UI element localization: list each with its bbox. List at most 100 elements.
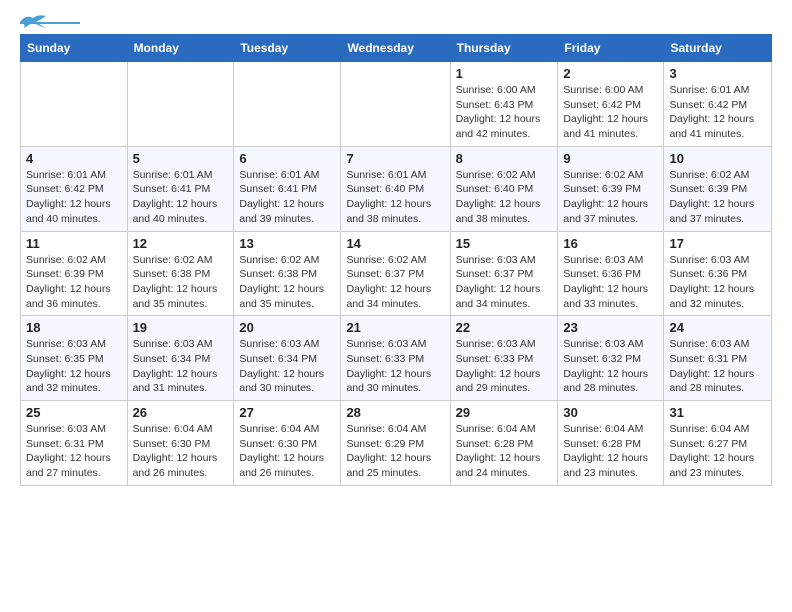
day-cell: 15 Sunrise: 6:03 AM Sunset: 6:37 PM Dayli… [450,231,558,316]
day-number: 31 [669,405,766,420]
day-number: 24 [669,320,766,335]
weekday-header-friday: Friday [558,35,664,62]
day-cell: 29 Sunrise: 6:04 AM Sunset: 6:28 PM Dayli… [450,401,558,486]
day-info: Sunrise: 6:03 AM Sunset: 6:35 PM Dayligh… [26,337,122,396]
day-number: 13 [239,236,335,251]
weekday-header-thursday: Thursday [450,35,558,62]
weekday-header-monday: Monday [127,35,234,62]
day-number: 27 [239,405,335,420]
day-info: Sunrise: 6:03 AM Sunset: 6:32 PM Dayligh… [563,337,658,396]
day-info: Sunrise: 6:03 AM Sunset: 6:34 PM Dayligh… [239,337,335,396]
day-info: Sunrise: 6:04 AM Sunset: 6:30 PM Dayligh… [133,422,229,481]
day-cell: 16Sunrise: 6:03 AM Sunset: 6:36 PM Dayli… [558,231,664,316]
day-info: Sunrise: 6:00 AM Sunset: 6:43 PM Dayligh… [456,83,553,142]
day-info: Sunrise: 6:04 AM Sunset: 6:28 PM Dayligh… [456,422,553,481]
day-info: Sunrise: 6:03 AM Sunset: 6:33 PM Dayligh… [346,337,444,396]
day-cell: 28 Sunrise: 6:04 AM Sunset: 6:29 PM Dayli… [341,401,450,486]
week-row-1: 1 Sunrise: 6:00 AM Sunset: 6:43 PM Daylig… [21,62,772,147]
day-cell: 17 Sunrise: 6:03 AM Sunset: 6:36 PM Dayli… [664,231,772,316]
day-info: Sunrise: 6:03 AM Sunset: 6:31 PM Dayligh… [669,337,766,396]
weekday-header-row: SundayMondayTuesdayWednesdayThursdayFrid… [21,35,772,62]
day-info: Sunrise: 6:03 AM Sunset: 6:31 PM Dayligh… [26,422,122,481]
day-cell: 22 Sunrise: 6:03 AM Sunset: 6:33 PM Dayli… [450,316,558,401]
day-cell: 10 Sunrise: 6:02 AM Sunset: 6:39 PM Dayli… [664,146,772,231]
day-info: Sunrise: 6:01 AM Sunset: 6:40 PM Dayligh… [346,168,444,227]
day-number: 17 [669,236,766,251]
day-number: 21 [346,320,444,335]
day-number: 20 [239,320,335,335]
day-number: 4 [26,151,122,166]
day-info: Sunrise: 6:04 AM Sunset: 6:27 PM Dayligh… [669,422,766,481]
day-cell [21,62,128,147]
day-info: Sunrise: 6:02 AM Sunset: 6:39 PM Dayligh… [669,168,766,227]
day-cell: 19 Sunrise: 6:03 AM Sunset: 6:34 PM Dayli… [127,316,234,401]
weekday-header-tuesday: Tuesday [234,35,341,62]
day-cell [127,62,234,147]
day-cell: 25 Sunrise: 6:03 AM Sunset: 6:31 PM Dayli… [21,401,128,486]
day-cell: 27 Sunrise: 6:04 AM Sunset: 6:30 PM Dayli… [234,401,341,486]
calendar-table: SundayMondayTuesdayWednesdayThursdayFrid… [20,34,772,486]
day-number: 10 [669,151,766,166]
day-cell: 3 Sunrise: 6:01 AM Sunset: 6:42 PM Daylig… [664,62,772,147]
day-number: 6 [239,151,335,166]
day-cell: 24 Sunrise: 6:03 AM Sunset: 6:31 PM Dayli… [664,316,772,401]
week-row-2: 4 Sunrise: 6:01 AM Sunset: 6:42 PM Daylig… [21,146,772,231]
day-number: 5 [133,151,229,166]
day-cell: 21 Sunrise: 6:03 AM Sunset: 6:33 PM Dayli… [341,316,450,401]
day-cell [234,62,341,147]
day-cell: 2Sunrise: 6:00 AM Sunset: 6:42 PM Daylig… [558,62,664,147]
day-number: 8 [456,151,553,166]
day-number: 2 [563,66,658,81]
day-number: 19 [133,320,229,335]
day-number: 22 [456,320,553,335]
day-info: Sunrise: 6:04 AM Sunset: 6:28 PM Dayligh… [563,422,658,481]
weekday-header-saturday: Saturday [664,35,772,62]
day-cell: 14 Sunrise: 6:02 AM Sunset: 6:37 PM Dayli… [341,231,450,316]
day-info: Sunrise: 6:04 AM Sunset: 6:30 PM Dayligh… [239,422,335,481]
day-info: Sunrise: 6:01 AM Sunset: 6:42 PM Dayligh… [669,83,766,142]
day-number: 30 [563,405,658,420]
day-cell: 31 Sunrise: 6:04 AM Sunset: 6:27 PM Dayli… [664,401,772,486]
day-number: 18 [26,320,122,335]
day-number: 3 [669,66,766,81]
day-info: Sunrise: 6:02 AM Sunset: 6:37 PM Dayligh… [346,253,444,312]
day-number: 7 [346,151,444,166]
day-cell: 11Sunrise: 6:02 AM Sunset: 6:39 PM Dayli… [21,231,128,316]
calendar-body: 1 Sunrise: 6:00 AM Sunset: 6:43 PM Daylig… [21,62,772,486]
day-number: 15 [456,236,553,251]
day-info: Sunrise: 6:03 AM Sunset: 6:36 PM Dayligh… [669,253,766,312]
day-number: 12 [133,236,229,251]
week-row-5: 25 Sunrise: 6:03 AM Sunset: 6:31 PM Dayli… [21,401,772,486]
day-number: 23 [563,320,658,335]
day-info: Sunrise: 6:03 AM Sunset: 6:37 PM Dayligh… [456,253,553,312]
day-info: Sunrise: 6:03 AM Sunset: 6:34 PM Dayligh… [133,337,229,396]
day-cell: 6 Sunrise: 6:01 AM Sunset: 6:41 PM Daylig… [234,146,341,231]
day-cell: 20 Sunrise: 6:03 AM Sunset: 6:34 PM Dayli… [234,316,341,401]
day-cell: 8Sunrise: 6:02 AM Sunset: 6:40 PM Daylig… [450,146,558,231]
day-number: 25 [26,405,122,420]
day-info: Sunrise: 6:03 AM Sunset: 6:36 PM Dayligh… [563,253,658,312]
day-cell: 23 Sunrise: 6:03 AM Sunset: 6:32 PM Dayli… [558,316,664,401]
week-row-3: 11Sunrise: 6:02 AM Sunset: 6:39 PM Dayli… [21,231,772,316]
day-cell: 7 Sunrise: 6:01 AM Sunset: 6:40 PM Daylig… [341,146,450,231]
day-info: Sunrise: 6:03 AM Sunset: 6:33 PM Dayligh… [456,337,553,396]
logo [20,20,80,24]
day-cell: 13 Sunrise: 6:02 AM Sunset: 6:38 PM Dayli… [234,231,341,316]
day-number: 28 [346,405,444,420]
day-cell: 26 Sunrise: 6:04 AM Sunset: 6:30 PM Dayli… [127,401,234,486]
header [20,20,772,24]
week-row-4: 18 Sunrise: 6:03 AM Sunset: 6:35 PM Dayli… [21,316,772,401]
day-cell: 30 Sunrise: 6:04 AM Sunset: 6:28 PM Dayli… [558,401,664,486]
day-number: 26 [133,405,229,420]
day-info: Sunrise: 6:01 AM Sunset: 6:42 PM Dayligh… [26,168,122,227]
day-info: Sunrise: 6:04 AM Sunset: 6:29 PM Dayligh… [346,422,444,481]
day-info: Sunrise: 6:02 AM Sunset: 6:38 PM Dayligh… [239,253,335,312]
day-number: 1 [456,66,553,81]
day-cell: 18 Sunrise: 6:03 AM Sunset: 6:35 PM Dayli… [21,316,128,401]
day-number: 9 [563,151,658,166]
day-cell: 1 Sunrise: 6:00 AM Sunset: 6:43 PM Daylig… [450,62,558,147]
day-number: 29 [456,405,553,420]
day-info: Sunrise: 6:01 AM Sunset: 6:41 PM Dayligh… [239,168,335,227]
day-number: 14 [346,236,444,251]
day-info: Sunrise: 6:02 AM Sunset: 6:39 PM Dayligh… [26,253,122,312]
